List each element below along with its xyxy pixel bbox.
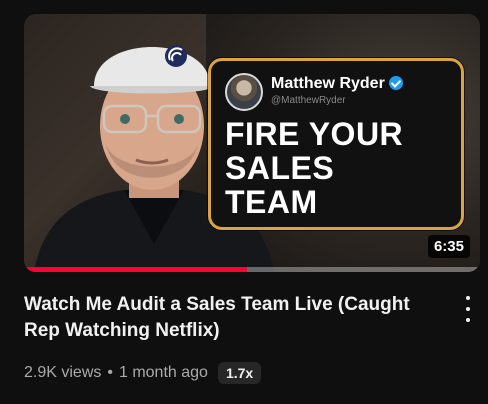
video-thumbnail[interactable]: Matthew Ryder @MatthewRyder FIRE YOUR SA… (24, 14, 480, 272)
tweet-handle: @MatthewRyder (271, 95, 346, 106)
menu-dot (466, 318, 470, 322)
meta-separator: • (107, 364, 113, 381)
watch-progress-bar (24, 267, 480, 272)
watch-progress-fill (24, 267, 248, 272)
channel-avatar (225, 73, 263, 111)
thumbnail-headline: FIRE YOUR SALES TEAM (225, 117, 451, 219)
headline-line: FIRE YOUR (225, 116, 404, 152)
headline-line: TEAM (225, 184, 318, 220)
video-title[interactable]: Watch Me Audit a Sales Team Live (Caught… (24, 292, 434, 344)
duration-badge: 6:35 (427, 235, 470, 258)
tweet-author-name: Matthew Ryder (271, 75, 385, 92)
view-count: 2.9K views (24, 364, 102, 381)
more-vertical-icon[interactable] (458, 296, 478, 322)
menu-dot (466, 307, 470, 311)
tweet-author: Matthew Ryder (271, 75, 403, 93)
tweet-card-overlay: Matthew Ryder @MatthewRyder FIRE YOUR SA… (208, 58, 464, 230)
verified-check-icon (388, 75, 403, 90)
headline-line: SALES (225, 150, 335, 186)
playback-speed-badge: 1.7x (217, 362, 262, 384)
upload-age: 1 month ago (118, 364, 208, 381)
video-metadata: 2.9K views • 1 month ago 1.7x (24, 362, 262, 384)
menu-dot (466, 296, 470, 300)
